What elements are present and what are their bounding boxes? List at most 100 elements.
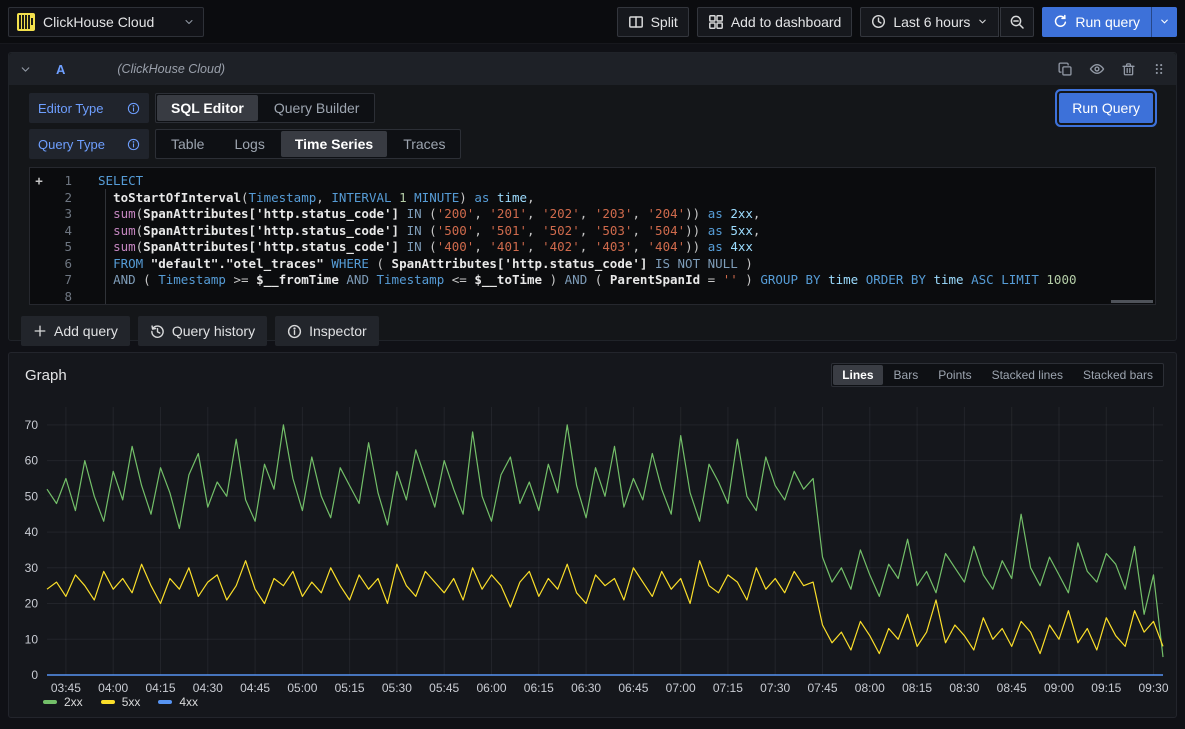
indent-guide [105,189,106,305]
tab-logs[interactable]: Logs [220,131,278,157]
split-icon [628,14,644,30]
svg-text:08:15: 08:15 [902,681,932,695]
inspector-button[interactable]: Inspector [275,316,379,346]
svg-text:06:45: 06:45 [618,681,648,695]
mode-points[interactable]: Points [929,365,980,385]
legend-swatch-5xx [101,700,115,704]
svg-text:05:45: 05:45 [429,681,459,695]
editor-type-label: Editor Type [38,101,104,116]
legend-swatch-2xx [43,700,57,704]
toggle-visibility-button[interactable] [1089,61,1105,77]
inspector-label: Inspector [309,323,367,339]
editor-type-row: Editor Type SQL Editor Query Builder Run… [29,93,1156,123]
svg-text:07:00: 07:00 [666,681,696,695]
add-to-dashboard-button[interactable]: Add to dashboard [697,7,853,37]
drag-handle[interactable] [1152,62,1166,76]
editor-type-chip: Editor Type [29,93,149,123]
svg-text:60: 60 [25,454,39,468]
apps-icon [708,14,724,30]
svg-text:09:15: 09:15 [1091,681,1121,695]
query-ref-id: A [56,62,65,77]
svg-text:06:15: 06:15 [524,681,554,695]
svg-text:05:30: 05:30 [382,681,412,695]
split-button[interactable]: Split [617,7,689,37]
legend-label-5xx: 5xx [122,695,141,709]
info-circle-icon [287,324,302,339]
svg-text:30: 30 [25,561,39,575]
sql-code-editor[interactable]: +1SELECT2 toStartOfInterval(Timestamp, I… [29,167,1156,305]
run-query-toolbar-button[interactable]: Run query [1042,7,1151,37]
panel-title: Graph [25,367,67,384]
editor-horizontal-scrollbar[interactable] [1111,300,1153,303]
query-actions-row: Add query Query history Inspector [9,305,1176,357]
run-query-button-label: Run Query [1072,100,1140,116]
mode-bars[interactable]: Bars [885,365,928,385]
graph-panel: Graph Lines Bars Points Stacked lines St… [8,352,1177,718]
add-to-dashboard-label: Add to dashboard [731,14,842,30]
query-history-button[interactable]: Query history [138,316,267,346]
datasource-picker[interactable]: ClickHouse Cloud [8,7,204,37]
svg-text:0: 0 [31,668,38,682]
svg-text:10: 10 [25,632,39,646]
zoom-out-button[interactable] [1000,7,1034,37]
mode-lines[interactable]: Lines [833,365,882,385]
legend-item-4xx[interactable]: 4xx [158,695,198,709]
chart-legend: 2xx 5xx 4xx [43,695,1176,709]
tab-time-series[interactable]: Time Series [281,131,387,157]
chevron-down-icon [183,16,195,28]
query-type-tabs: Table Logs Time Series Traces [155,129,461,159]
sql-editor-toggle[interactable]: SQL Editor [157,95,258,121]
time-series-chart[interactable]: 03:4504:0004:1504:3004:4505:0005:1505:30… [17,393,1170,695]
svg-text:09:00: 09:00 [1044,681,1074,695]
svg-text:40: 40 [25,525,39,539]
tab-table[interactable]: Table [157,131,218,157]
svg-text:08:00: 08:00 [855,681,885,695]
info-icon[interactable] [127,102,140,115]
add-query-label: Add query [54,323,118,339]
svg-text:04:00: 04:00 [98,681,128,695]
eye-icon [1089,61,1105,77]
svg-text:20: 20 [25,597,39,611]
legend-item-5xx[interactable]: 5xx [101,695,141,709]
datasource-name: ClickHouse Cloud [43,14,175,30]
query-row-header[interactable]: A (ClickHouse Cloud) [9,53,1176,85]
legend-item-2xx[interactable]: 2xx [43,695,83,709]
query-editor-panel: A (ClickHouse Cloud) Editor Type SQL [8,52,1177,341]
run-query-button[interactable]: Run Query [1059,93,1153,123]
time-range-picker[interactable]: Last 6 hours [860,7,999,37]
zoom-out-icon [1009,14,1025,30]
chevron-down-icon [977,16,988,27]
run-query-label: Run query [1075,14,1140,30]
editor-type-toggle: SQL Editor Query Builder [155,93,375,123]
datasource-hint: (ClickHouse Cloud) [117,62,225,76]
collapse-chevron-icon[interactable] [19,63,32,76]
svg-text:04:30: 04:30 [193,681,223,695]
graph-header: Graph Lines Bars Points Stacked lines St… [9,353,1176,391]
graph-style-toggle: Lines Bars Points Stacked lines Stacked … [831,363,1164,387]
svg-text:08:30: 08:30 [949,681,979,695]
svg-text:04:45: 04:45 [240,681,270,695]
legend-swatch-4xx [158,700,172,704]
svg-text:05:00: 05:00 [287,681,317,695]
clickhouse-logo-icon [17,13,35,31]
legend-label-4xx: 4xx [179,695,198,709]
code-lines: +1SELECT2 toStartOfInterval(Timestamp, I… [30,173,1155,305]
remove-query-button[interactable] [1121,62,1136,77]
duplicate-query-button[interactable] [1058,62,1073,77]
run-query-split-button: Run query [1042,7,1177,37]
svg-text:06:00: 06:00 [476,681,506,695]
time-range-label: Last 6 hours [893,14,970,30]
svg-text:07:45: 07:45 [807,681,837,695]
history-icon [150,324,165,339]
query-history-label: Query history [172,323,255,339]
mode-stacked-lines[interactable]: Stacked lines [983,365,1072,385]
add-query-button[interactable]: Add query [21,316,130,346]
svg-text:07:30: 07:30 [760,681,790,695]
svg-text:70: 70 [25,418,39,432]
tab-traces[interactable]: Traces [389,131,459,157]
run-query-dropdown[interactable] [1151,7,1177,37]
query-builder-toggle[interactable]: Query Builder [260,95,374,121]
mode-stacked-bars[interactable]: Stacked bars [1074,365,1162,385]
info-icon[interactable] [127,138,140,151]
svg-text:08:45: 08:45 [997,681,1027,695]
